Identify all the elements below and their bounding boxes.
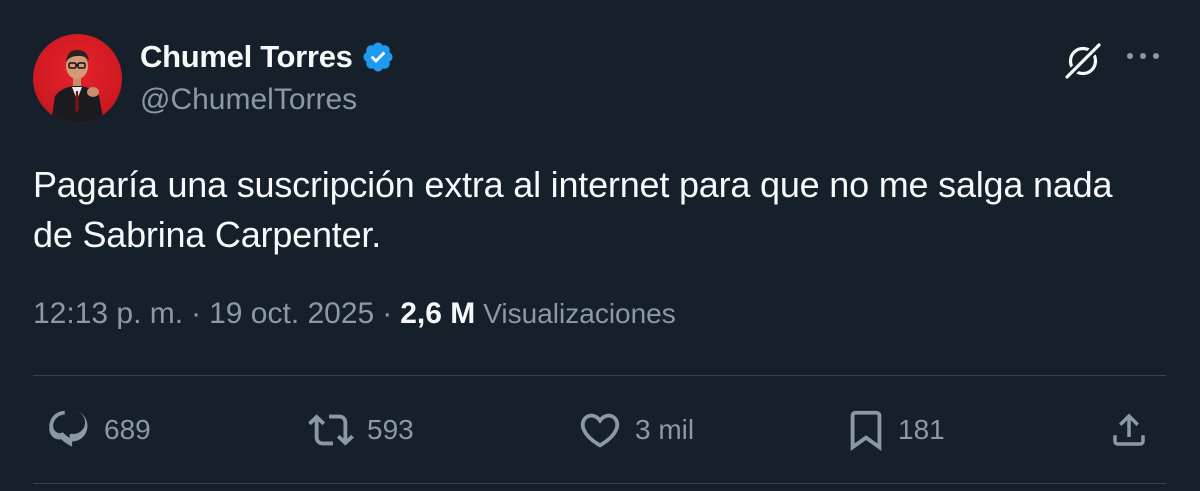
bookmark-icon — [850, 410, 882, 451]
author-display-name[interactable]: Chumel Torres — [140, 39, 353, 75]
like-icon — [580, 413, 620, 448]
meta-separator: · — [191, 297, 202, 330]
tweet-date[interactable]: 19 oct. 2025 — [209, 297, 374, 331]
reply-button[interactable]: 689 — [46, 407, 151, 453]
bookmark-count: 181 — [898, 414, 945, 445]
grok-icon — [1065, 43, 1101, 79]
tweet-text: Pagaría una suscripción extra al interne… — [33, 164, 1113, 255]
like-count: 3 mil — [635, 414, 695, 445]
divider — [33, 375, 1166, 376]
more-options-button[interactable] — [1121, 41, 1165, 71]
reply-count: 689 — [104, 414, 151, 445]
grok-button[interactable] — [1062, 40, 1104, 82]
share-button[interactable] — [1108, 407, 1150, 453]
reply-icon — [49, 410, 88, 447]
meta-separator: · — [382, 297, 393, 330]
tweet-card: Chumel Torres @ChumelTorres Pagaría una … — [0, 0, 1200, 491]
author-handle[interactable]: @ChumelTorres — [140, 83, 357, 117]
tweet-meta: 12:13 p. m. · 19 oct. 2025 · 2,6 M Visua… — [33, 297, 676, 331]
divider — [33, 483, 1166, 484]
share-icon — [1113, 413, 1145, 446]
views-label: Visualizaciones — [483, 298, 676, 329]
like-button[interactable]: 3 mil — [577, 407, 694, 453]
author-name-row[interactable]: Chumel Torres — [140, 38, 395, 76]
tweet-time[interactable]: 12:13 p. m. — [33, 297, 183, 331]
avatar[interactable] — [33, 34, 122, 123]
verified-badge-icon — [363, 42, 393, 72]
more-icon — [1127, 53, 1159, 59]
retweet-button[interactable]: 593 — [307, 407, 414, 453]
retweet-icon — [308, 414, 354, 446]
bookmark-button[interactable]: 181 — [846, 407, 945, 453]
views-count: 2,6 M — [400, 297, 476, 330]
retweet-count: 593 — [367, 414, 414, 445]
